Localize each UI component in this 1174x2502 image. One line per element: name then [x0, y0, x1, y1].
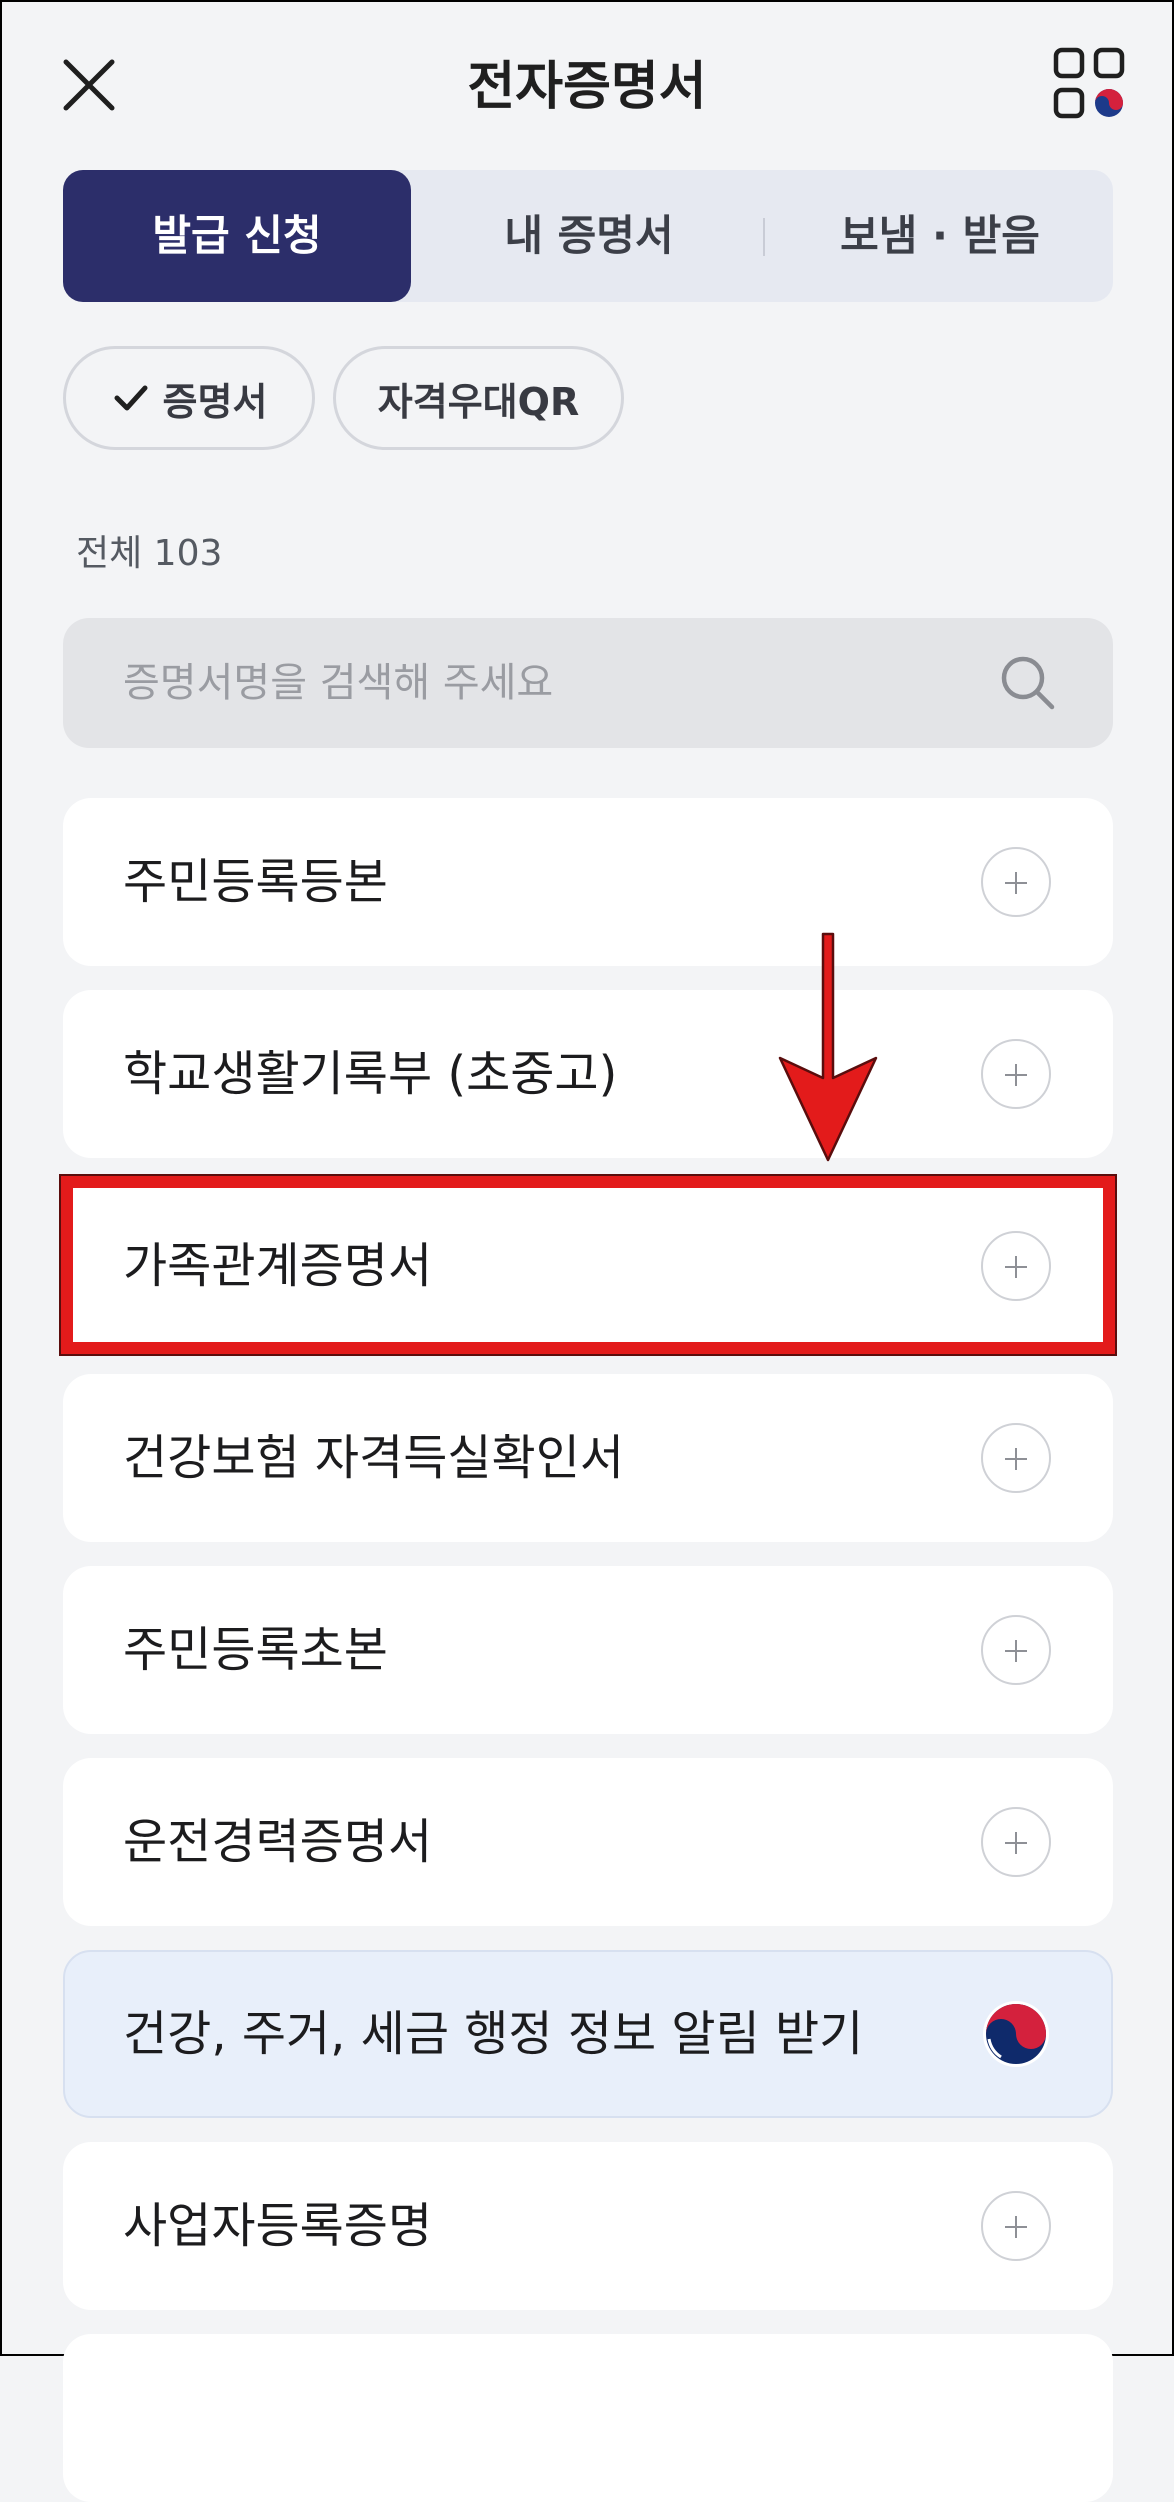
certificate-item[interactable]: 학교생활기록부 (초중고) — [63, 990, 1113, 1158]
certificate-item[interactable]: 운전경력증명서 — [63, 1758, 1113, 1926]
notice-banner-label: 건강, 주거, 세금 행정 정보 알림 받기 — [123, 2006, 864, 2062]
tab-bar: 발급 신청 내 증명서 보냄 · 받음 — [63, 170, 1113, 302]
page-title: 전자증명서 — [467, 57, 707, 117]
certificate-item[interactable]: 주민등록초본 — [63, 1566, 1113, 1734]
tab-sent-received[interactable]: 보냄 · 받음 — [767, 170, 1113, 302]
tab-divider — [763, 218, 765, 256]
plus-icon[interactable] — [981, 2191, 1051, 2261]
certificate-item-label: 학교생활기록부 (초중고) — [123, 1046, 618, 1102]
search-bar — [63, 618, 1113, 748]
filter-chip-qr[interactable]: 자격우대QR — [333, 346, 624, 450]
certificate-item[interactable]: 사업자등록증명 — [63, 2142, 1113, 2310]
tab-my-certificates[interactable]: 내 증명서 — [415, 170, 763, 302]
plus-icon[interactable] — [981, 1615, 1051, 1685]
notice-banner[interactable]: 건강, 주거, 세금 행정 정보 알림 받기 — [63, 1950, 1113, 2118]
gov-emblem-icon — [983, 2001, 1049, 2067]
filter-chip-certificate[interactable]: 증명서 — [63, 346, 315, 450]
plus-icon[interactable] — [981, 1039, 1051, 1109]
filter-chip-label: 증명서 — [162, 379, 268, 424]
certificate-item-label: 건강보험 자격득실확인서 — [123, 1430, 625, 1486]
certificate-item-label: 주민등록등본 — [123, 854, 388, 910]
certificate-item[interactable]: 건강보험 자격득실확인서 — [63, 1374, 1113, 1542]
app-header: 전자증명서 — [2, 2, 1172, 162]
plus-icon[interactable] — [981, 847, 1051, 917]
filter-chip-label: 자격우대QR — [377, 379, 580, 424]
search-input[interactable] — [123, 618, 983, 748]
total-count: 전체 103 — [76, 533, 223, 574]
certificate-item[interactable]: 주민등록등본 — [63, 798, 1113, 966]
tab-issue-request[interactable]: 발급 신청 — [63, 170, 411, 302]
certificate-item-label: 주민등록초본 — [123, 1622, 388, 1678]
plus-icon[interactable] — [981, 1807, 1051, 1877]
certificate-item[interactable]: 가족관계증명서 — [63, 1182, 1113, 1350]
grid-menu-icon[interactable] — [1052, 46, 1126, 120]
certificate-item-label: 사업자등록증명 — [123, 2198, 433, 2254]
search-icon[interactable] — [999, 654, 1057, 712]
certificate-item-label: 가족관계증명서 — [123, 1238, 433, 1294]
plus-icon[interactable] — [981, 1423, 1051, 1493]
plus-icon[interactable] — [981, 1231, 1051, 1301]
certificate-item-partial[interactable] — [63, 2334, 1113, 2502]
certificate-item-label: 운전경력증명서 — [123, 1814, 433, 1870]
check-icon — [114, 385, 148, 411]
